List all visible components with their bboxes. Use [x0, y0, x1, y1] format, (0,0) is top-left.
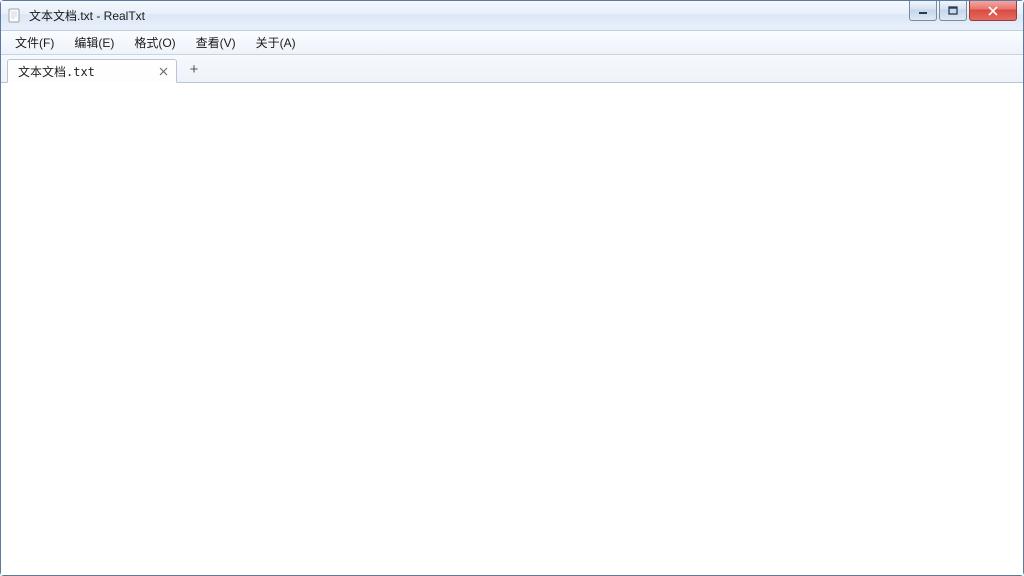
- close-icon: [987, 6, 999, 16]
- tab-close-button[interactable]: [156, 64, 170, 78]
- new-tab-button[interactable]: +: [183, 58, 205, 80]
- close-button[interactable]: [969, 1, 1017, 21]
- app-window: 文本文档.txt - RealTxt 文件(F): [0, 0, 1024, 576]
- menubar: 文件(F) 编辑(E) 格式(O) 查看(V) 关于(A): [1, 31, 1023, 55]
- plus-icon: +: [190, 61, 199, 78]
- app-icon: [7, 8, 23, 24]
- close-icon: [159, 67, 168, 76]
- menu-format[interactable]: 格式(O): [124, 31, 185, 54]
- maximize-icon: [948, 6, 958, 16]
- tabstrip: 文本文档.txt +: [1, 55, 1023, 83]
- minimize-button[interactable]: [909, 1, 937, 21]
- menu-view[interactable]: 查看(V): [186, 31, 246, 54]
- titlebar[interactable]: 文本文档.txt - RealTxt: [1, 1, 1023, 31]
- window-controls: [907, 1, 1023, 21]
- maximize-button[interactable]: [939, 1, 967, 21]
- menu-about[interactable]: 关于(A): [246, 31, 306, 54]
- minimize-icon: [918, 7, 928, 15]
- editor-area: [1, 83, 1023, 575]
- tab[interactable]: 文本文档.txt: [7, 59, 177, 83]
- window-title: 文本文档.txt - RealTxt: [29, 7, 145, 24]
- tab-label: 文本文档.txt: [18, 63, 156, 80]
- menu-edit[interactable]: 编辑(E): [64, 31, 124, 54]
- menu-file[interactable]: 文件(F): [5, 31, 64, 54]
- editor-textarea[interactable]: [1, 83, 1023, 575]
